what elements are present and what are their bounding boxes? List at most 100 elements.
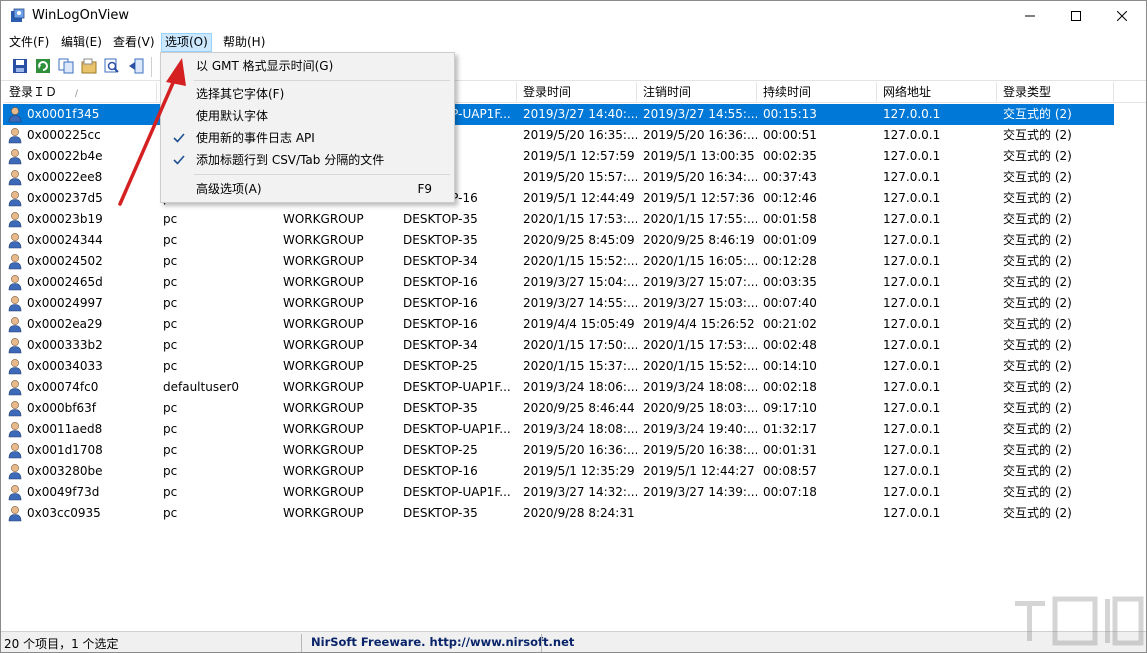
cell-logon-id: 0x00023b19 [27,212,103,226]
minimize-button[interactable] [1007,1,1053,31]
status-credit-link[interactable]: NirSoft Freeware. http://www.nirsoft.net [311,635,574,649]
cell-network-address: 127.0.0.1 [883,401,941,415]
cell-logon-id: 0x000333b2 [27,338,103,352]
cell-computer: DESKTOP-UAP1F... [403,380,511,394]
column-header-logon-id[interactable]: 登录ＩＤ ∕ [3,82,157,103]
cell-logon-time: 2019/3/27 14:40:... [523,107,637,121]
refresh-icon[interactable] [34,57,52,75]
cell-logon-time: 2019/5/20 16:35:... [523,128,637,142]
cell-logon-type: 交互式的 (2) [1003,296,1072,310]
cell-domain: WORKGROUP [283,422,364,436]
cell-network-address: 127.0.0.1 [883,464,941,478]
menu-item-choose-font[interactable]: 选择其它字体(F) [163,83,452,105]
menu-item-default-font[interactable]: 使用默认字体 [163,105,452,127]
cell-logon-time: 2020/1/15 15:37:... [523,359,637,373]
cell-logon-time: 2020/1/15 15:52:... [523,254,637,268]
menu-item-add-header-line[interactable]: 添加标题行到 CSV/Tab 分隔的文件 [163,149,452,171]
table-row[interactable]: 0x00024502 pc WORKGROUP DESKTOP-34 2020/1/15… [3,251,1114,272]
cell-network-address: 127.0.0.1 [883,128,941,142]
user-icon [8,443,22,459]
cell-duration: 00:15:13 [763,107,817,121]
cell-computer: DESKTOP-35 [403,506,478,520]
table-row[interactable]: 0x0011aed8 pc WORKGROUP DESKTOP-UAP1F... 201… [3,419,1114,440]
cell-duration: 00:07:18 [763,485,817,499]
table-row[interactable]: 0x0002465d pc WORKGROUP DESKTOP-16 2019/3/27… [3,272,1114,293]
cell-network-address: 127.0.0.1 [883,422,941,436]
menu-item-gmt-time[interactable]: 以 GMT 格式显示时间(G) [163,55,452,77]
cell-duration: 00:37:43 [763,170,817,184]
cell-domain: WORKGROUP [283,317,364,331]
cell-logon-time: 2020/1/15 17:50:... [523,338,637,352]
menu-item-new-event-log-api[interactable]: 使用新的事件日志 API [163,127,452,149]
cell-duration: 00:00:51 [763,128,817,142]
column-header-network-address[interactable]: 网络地址 [877,82,997,103]
cell-logon-time: 2019/5/20 15:57:... [523,170,637,184]
maximize-button[interactable] [1053,1,1099,31]
menu-item-advanced-options[interactable]: 高级选项(A) F9 [163,178,452,200]
exit-icon[interactable] [127,57,145,75]
table-row[interactable]: 0x003280be pc WORKGROUP DESKTOP-16 2019/5/1 … [3,461,1114,482]
cell-logon-id: 0x000237d5 [27,191,103,205]
menu-bar: 文件(F) 编辑(E) 查看(V) 选项(O) 帮助(H) [1,32,1146,52]
column-header-logon-type[interactable]: 登录类型 [997,82,1114,103]
table-row[interactable]: 0x03cc0935 pc WORKGROUP DESKTOP-35 2020/9/28… [3,503,1114,524]
user-icon [8,233,22,249]
cell-domain: WORKGROUP [283,359,364,373]
table-row[interactable]: 0x00024997 pc WORKGROUP DESKTOP-16 2019/3/27… [3,293,1114,314]
cell-logoff-time: 2019/5/1 12:57:36 [643,191,755,205]
cell-domain: WORKGROUP [283,506,364,520]
cell-domain: WORKGROUP [283,401,364,415]
status-count: 20 个项目，1 个选定 [4,637,119,651]
table-row[interactable]: 0x0049f73d pc WORKGROUP DESKTOP-UAP1F... 201… [3,482,1114,503]
minimize-icon [1025,15,1035,17]
cell-user: pc [163,359,178,373]
cell-logon-id: 0x0002465d [27,275,103,289]
user-icon [8,107,22,123]
menu-help[interactable]: 帮助(H) [220,33,268,52]
cell-logon-id: 0x0049f73d [27,485,100,499]
cell-computer: DESKTOP-25 [403,359,478,373]
table-row[interactable]: 0x000bf63f pc WORKGROUP DESKTOP-35 2020/9/25… [3,398,1114,419]
table-row[interactable]: 0x00024344 pc WORKGROUP DESKTOP-35 2020/9/25… [3,230,1114,251]
cell-duration: 00:14:10 [763,359,817,373]
cell-logon-type: 交互式的 (2) [1003,359,1072,373]
cell-logon-time: 2019/5/1 12:44:49 [523,191,635,205]
save-icon[interactable] [11,57,29,75]
table-row[interactable]: 0x00023b19 pc WORKGROUP DESKTOP-35 2020/1/15… [3,209,1114,230]
cell-network-address: 127.0.0.1 [883,380,941,394]
table-row[interactable]: 0x00034033 pc WORKGROUP DESKTOP-25 2020/1/15… [3,356,1114,377]
close-button[interactable] [1099,1,1145,31]
cell-duration: 00:08:57 [763,464,817,478]
cell-logoff-time: 2019/5/1 13:00:35 [643,149,755,163]
copy-icon[interactable] [57,57,75,75]
cell-logoff-time: 2020/9/25 8:46:19 [643,233,755,247]
menu-options[interactable]: 选项(O) [161,33,212,52]
table-row[interactable]: 0x001d1708 pc WORKGROUP DESKTOP-25 2019/5/20… [3,440,1114,461]
cell-logoff-time: 2020/9/25 18:03:... [643,401,757,415]
table-row[interactable]: 0x0002ea29 pc WORKGROUP DESKTOP-16 2019/4/4 … [3,314,1114,335]
table-row[interactable]: 0x000333b2 pc WORKGROUP DESKTOP-34 2020/1/15… [3,335,1114,356]
cell-logon-id: 0x00022ee8 [27,170,103,184]
cell-logon-type: 交互式的 (2) [1003,149,1072,163]
toolbar-separator [151,57,152,77]
user-icon [8,191,22,207]
cell-logon-time: 2019/3/24 18:08:... [523,422,637,436]
cell-logon-type: 交互式的 (2) [1003,401,1072,415]
cell-duration: 00:12:28 [763,254,817,268]
cell-user: defaultuser0 [163,380,240,394]
cell-computer: DESKTOP-16 [403,464,478,478]
cell-duration: 00:21:02 [763,317,817,331]
find-icon[interactable] [103,57,121,75]
column-header-duration[interactable]: 持续时间 [757,82,877,103]
cell-logon-type: 交互式的 (2) [1003,212,1072,226]
cell-user: pc [163,401,178,415]
menu-file[interactable]: 文件(F) [6,33,52,52]
table-row[interactable]: 0x00074fc0 defaultuser0 WORKGROUP DESKTOP-U… [3,377,1114,398]
cell-duration: 00:01:31 [763,443,817,457]
column-header-logoff-time[interactable]: 注销时间 [637,82,757,103]
cell-logoff-time: 2019/4/4 15:26:52 [643,317,755,331]
menu-edit[interactable]: 编辑(E) [58,33,105,52]
column-header-logon-time[interactable]: 登录时间 [517,82,637,103]
properties-icon[interactable] [80,57,98,75]
menu-view[interactable]: 查看(V) [110,33,158,52]
